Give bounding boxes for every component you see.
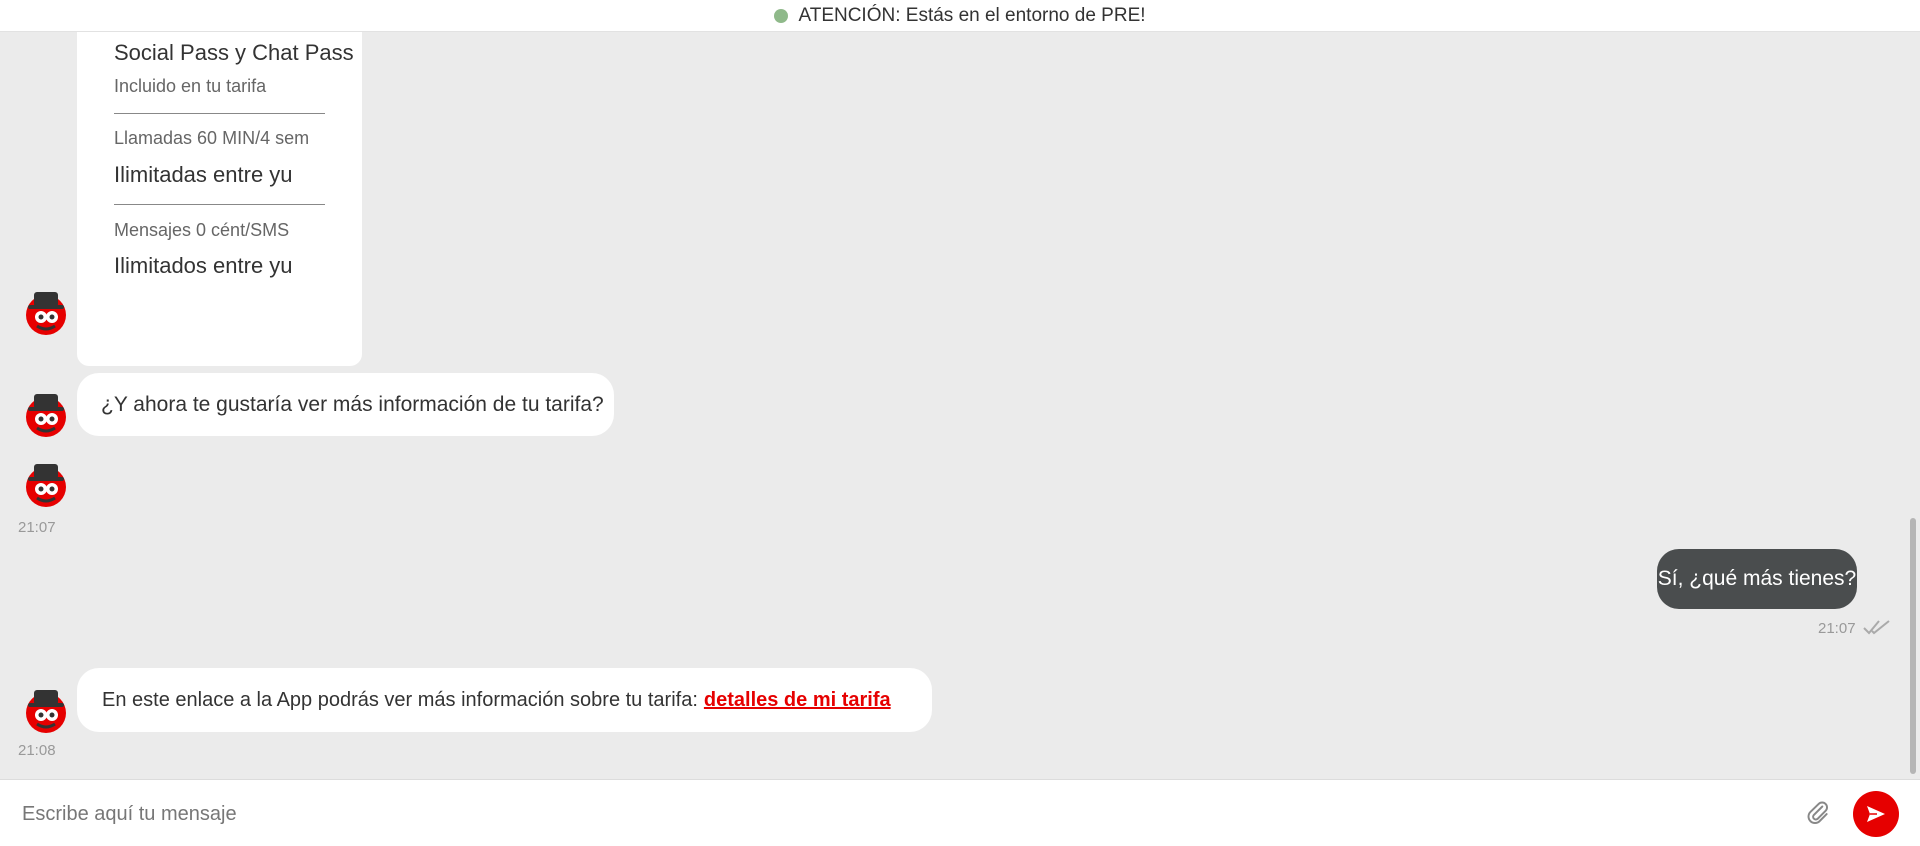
paperclip-icon[interactable]	[1805, 800, 1831, 826]
send-button[interactable]	[1853, 791, 1899, 837]
card-item-value: Ilimitadas entre yu	[114, 162, 293, 187]
card-item-subtitle: Incluido en tu tarifa	[114, 76, 267, 96]
card-item-value: Ilimitados entre yu	[114, 253, 293, 278]
card-item-label: Mensajes 0 cént/SMS	[114, 220, 290, 240]
bot-avatar-icon	[26, 394, 66, 437]
user-message-text: Sí, ¿qué más tienes?	[1657, 567, 1857, 590]
message-input[interactable]	[20, 794, 1784, 834]
chat-history: Social Pass y Chat Pass Incluido en tu t…	[0, 32, 1905, 778]
message-timestamp: 21:07	[1818, 620, 1856, 637]
environment-banner: ATENCIÓN: Estás en el entorno de PRE!	[0, 0, 1920, 32]
bot-avatar-icon	[26, 690, 66, 733]
chat-scrollbar[interactable]	[1905, 32, 1920, 778]
banner-text: ATENCIÓN: Estás en el entorno de PRE!	[798, 4, 1146, 26]
status-dot-icon	[774, 8, 789, 23]
bot-avatar-icon	[26, 292, 66, 335]
message-composer	[0, 779, 1920, 846]
user-message: Sí, ¿qué más tienes?	[1657, 549, 1857, 609]
tariff-card: Social Pass y Chat Pass Incluido en tu t…	[77, 32, 362, 366]
card-divider	[114, 113, 325, 114]
bot-message-text: En este enlace a la App podrás ver más i…	[102, 688, 698, 711]
bot-avatar-icon	[26, 464, 66, 507]
scrollbar-thumb[interactable]	[1910, 518, 1916, 774]
tariff-details-link[interactable]: detalles de mi tarifa	[704, 689, 891, 712]
bot-message-text: ¿Y ahora te gustaría ver más información…	[101, 392, 604, 416]
card-item-title: Social Pass y Chat Pass	[114, 40, 354, 65]
card-item-label: Llamadas 60 MIN/4 sem	[114, 128, 310, 148]
message-timestamp: 21:08	[18, 742, 56, 759]
bot-message: ¿Y ahora te gustaría ver más información…	[77, 373, 614, 436]
bot-message: En este enlace a la App podrás ver más i…	[77, 668, 932, 732]
send-icon	[1867, 806, 1885, 822]
card-divider	[114, 204, 325, 205]
message-timestamp: 21:07	[18, 519, 56, 536]
double-check-icon	[1863, 620, 1890, 635]
